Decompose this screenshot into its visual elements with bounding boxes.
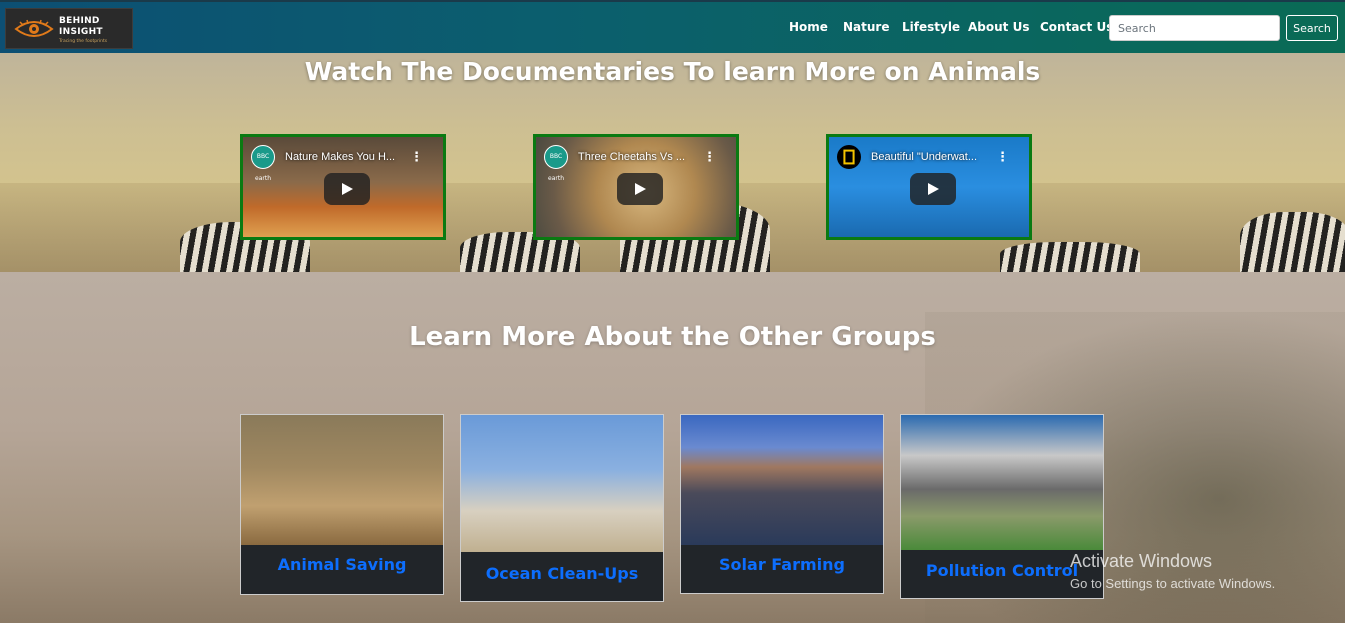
card-link-animal-saving[interactable]: Animal Saving	[241, 545, 443, 574]
channel-avatar[interactable]: BBC earth	[544, 145, 568, 182]
documentaries-section: Watch The Documentaries To learn More on…	[0, 53, 1345, 272]
nav-link-lifestyle[interactable]: Lifestyle	[902, 20, 960, 34]
group-card[interactable]: Animal Saving	[240, 414, 444, 595]
card-label-bar: Animal Saving	[241, 545, 443, 594]
card-label-bar: Ocean Clean-Ups	[461, 552, 663, 601]
documentaries-title: Watch The Documentaries To learn More on…	[304, 57, 1041, 86]
nav-link-about-us[interactable]: About Us	[968, 20, 1029, 34]
play-button-icon[interactable]	[617, 173, 663, 205]
search-button[interactable]: Search	[1286, 15, 1338, 41]
watermark-line1: Activate Windows	[1070, 551, 1213, 571]
video-embed[interactable]: BBC earth Nature Makes You H... ⋮	[240, 134, 446, 240]
play-button-icon[interactable]	[910, 173, 956, 205]
more-options-icon[interactable]: ⋮	[996, 150, 1009, 165]
ocean-clean-ups-image	[461, 415, 663, 552]
search-input[interactable]	[1109, 15, 1280, 41]
navbar: BEHIND INSIGHT Tracing the footprints Ho…	[0, 0, 1345, 53]
zebra-image	[1000, 242, 1140, 272]
card-link-ocean-clean-ups[interactable]: Ocean Clean-Ups	[461, 552, 663, 583]
activate-windows-watermark: Activate Windows Go to Settings to activ…	[1070, 551, 1275, 591]
groups-title: Learn More About the Other Groups	[409, 322, 936, 352]
brand-name-line1: BEHIND	[59, 16, 100, 26]
zebra-image	[1240, 212, 1345, 272]
pollution-control-image	[901, 415, 1103, 550]
brand-name: BEHIND INSIGHT	[59, 16, 103, 38]
video-title[interactable]: Beautiful "Underwat...	[871, 151, 977, 163]
channel-avatar[interactable]	[837, 145, 861, 169]
video-title[interactable]: Nature Makes You H...	[285, 151, 395, 163]
video-embed[interactable]: BBC earth Three Cheetahs Vs ... ⋮	[533, 134, 739, 240]
more-options-icon[interactable]: ⋮	[703, 150, 716, 165]
eye-icon	[14, 19, 54, 37]
card-link-solar-farming[interactable]: Solar Farming	[681, 545, 883, 574]
nav-link-nature[interactable]: Nature	[843, 20, 889, 34]
solar-farming-image	[681, 415, 883, 545]
channel-avatar[interactable]: BBC earth	[251, 145, 275, 182]
brand-tagline: Tracing the footprints	[59, 39, 108, 44]
brand-logo[interactable]: BEHIND INSIGHT Tracing the footprints	[5, 8, 133, 49]
brand-name-line2: INSIGHT	[59, 27, 103, 37]
group-card[interactable]: Solar Farming	[680, 414, 884, 594]
more-options-icon[interactable]: ⋮	[410, 150, 423, 165]
video-title[interactable]: Three Cheetahs Vs ...	[578, 151, 685, 163]
video-embed[interactable]: Beautiful "Underwat... ⋮	[826, 134, 1032, 240]
animal-saving-image	[241, 415, 443, 545]
play-button-icon[interactable]	[324, 173, 370, 205]
group-card[interactable]: Ocean Clean-Ups	[460, 414, 664, 602]
natgeo-logo-icon	[843, 149, 855, 165]
watermark-line2: Go to Settings to activate Windows.	[1070, 576, 1276, 591]
nav-link-contact-us[interactable]: Contact Us	[1040, 20, 1113, 34]
card-label-bar: Solar Farming	[681, 545, 883, 593]
nav-link-home[interactable]: Home	[789, 20, 828, 34]
